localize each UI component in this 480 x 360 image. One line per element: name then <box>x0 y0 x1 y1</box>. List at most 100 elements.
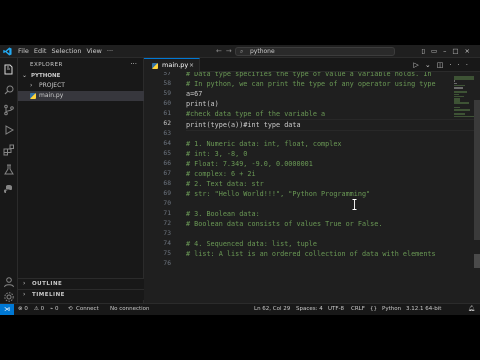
minimap-line <box>454 109 470 111</box>
source-control-icon[interactable] <box>3 104 15 116</box>
vscode-window: File Edit Selection View ··· ←→ ⌕ python… <box>0 45 480 315</box>
menu-view[interactable]: View <box>86 46 106 57</box>
menu-selection[interactable]: Selection <box>51 46 86 57</box>
menu-edit[interactable]: Edit <box>34 46 52 57</box>
menu-file[interactable]: File <box>18 46 34 57</box>
code-line[interactable]: # 4. Sequenced data: list, tuple <box>186 239 317 249</box>
settings-gear-icon[interactable] <box>3 291 15 303</box>
code-line[interactable]: # In python, we can print the type of an… <box>186 79 436 89</box>
testing-icon[interactable] <box>3 164 15 176</box>
status-language[interactable]: Python <box>382 304 401 315</box>
status-interpreter[interactable]: 3.12.1 64-bit <box>406 304 441 315</box>
search-text: pythone <box>250 48 275 55</box>
tree-item-label: main.py <box>39 92 64 99</box>
minimap[interactable] <box>454 72 476 305</box>
code-line[interactable]: # 2. Text data: str <box>186 179 264 189</box>
outline-section[interactable]: › OUTLINE <box>18 278 144 289</box>
window-controls: ▯▭–□× <box>421 46 476 57</box>
code-area[interactable]: # Data type specifies the type of value … <box>186 72 476 305</box>
mouse-ibeam-cursor-icon <box>352 199 357 210</box>
code-line[interactable]: print(type(a))#int type data <box>186 119 476 131</box>
python-file-icon <box>30 93 36 99</box>
code-line[interactable]: # 1. Numeric data: int, float, complex <box>186 139 342 149</box>
status-ports[interactable]: ⌁ 0 <box>50 304 59 315</box>
search-icon: ⌕ <box>240 48 244 55</box>
chevron-right-icon: › <box>30 82 33 89</box>
chevron-down-icon[interactable]: ⌄ <box>425 61 437 69</box>
menu-bar: File Edit Selection View ··· <box>18 46 118 57</box>
split-editor-icon[interactable]: ◫ <box>437 61 450 69</box>
code-line[interactable]: # Data type specifies the type of value … <box>186 72 432 79</box>
line-number-gutter: 57 58 59 60 61 62 63 64 65 66 67 68 69 70 71 72 73 74 75 76 <box>144 72 174 305</box>
more-actions-icon[interactable]: ··· <box>449 61 474 69</box>
line-number: 58 <box>163 80 171 87</box>
maximize-icon[interactable]: □ <box>452 47 464 55</box>
tree-item-main-py[interactable]: main.py <box>18 91 144 101</box>
status-no-connection[interactable]: No connection <box>110 304 150 315</box>
back-arrow-icon[interactable]: ← <box>216 47 226 55</box>
explorer-icon[interactable] <box>3 64 15 76</box>
timeline-section[interactable]: › TIMELINE <box>18 289 144 300</box>
line-number: 76 <box>163 260 171 267</box>
tab-main-py[interactable]: main.py × <box>144 58 200 72</box>
code-line[interactable]: a=67 <box>186 89 202 99</box>
line-number: 66 <box>163 160 171 167</box>
minimap-line <box>454 115 474 118</box>
code-line[interactable]: #check data type of the variable a <box>186 109 325 119</box>
run-debug-icon[interactable] <box>3 124 15 136</box>
tree-item-project[interactable]: › PROJECT <box>18 81 144 91</box>
code-line[interactable]: # 3. Boolean data: <box>186 209 260 219</box>
minimap-line <box>454 102 469 104</box>
code-line[interactable]: # str: "Hello World!!!", "Python Program… <box>186 189 370 199</box>
code-line[interactable]: # list: A list is an ordered collection … <box>186 249 436 259</box>
code-line[interactable]: # int: 3, -8, 0 <box>186 149 247 159</box>
remote-indicator-icon[interactable]: ⋊ <box>0 304 14 315</box>
nav-arrows: ←→ <box>216 46 236 57</box>
status-bar: ⋊ ⊗ 0 ⚠ 0 ⌁ 0 ⟲ Connect No connection Ln… <box>0 303 480 315</box>
status-eol[interactable]: CRLF <box>351 304 365 315</box>
python-extension-icon[interactable] <box>3 184 15 196</box>
status-braces[interactable]: {} <box>370 304 377 315</box>
search-activity-icon[interactable] <box>3 84 15 96</box>
close-window-icon[interactable]: × <box>465 47 476 55</box>
code-line[interactable]: # Boolean data consists of values True o… <box>186 219 382 229</box>
status-cursor-position[interactable]: Ln 62, Col 29 <box>254 304 290 315</box>
workspace-root[interactable]: ⌄ PYTHONE <box>18 71 144 81</box>
line-number: 69 <box>163 190 171 197</box>
status-indentation[interactable]: Spaces: 4 <box>296 304 323 315</box>
close-tab-icon[interactable]: × <box>189 59 194 72</box>
line-number: 74 <box>163 240 171 247</box>
tab-label: main.py <box>162 61 189 69</box>
explorer-title: EXPLORER <box>30 62 63 68</box>
line-number: 73 <box>163 230 171 237</box>
code-editor[interactable]: 57 58 59 60 61 62 63 64 65 66 67 68 69 70 71 72 73 74 75 76… <box>144 72 480 305</box>
notifications-bell-icon[interactable]: 🔔︎ <box>468 304 475 315</box>
status-encoding[interactable]: UTF-8 <box>328 304 344 315</box>
layout-icon[interactable]: ▯ <box>421 47 431 55</box>
status-errors[interactable]: ⊗ 0 <box>18 304 28 315</box>
more-actions-icon[interactable]: ··· <box>130 60 137 68</box>
line-number: 71 <box>163 210 171 217</box>
line-number: 63 <box>163 130 171 137</box>
panel-icon[interactable]: ▭ <box>431 47 443 55</box>
line-number: 65 <box>163 150 171 157</box>
account-icon[interactable] <box>3 276 15 288</box>
command-center-search[interactable]: ⌕ pythone <box>235 47 395 56</box>
run-file-icon[interactable]: ▷ <box>413 61 424 69</box>
minimize-icon[interactable]: – <box>443 47 452 55</box>
status-warnings[interactable]: ⚠ 0 <box>34 304 44 315</box>
scrollbar-thumb[interactable] <box>474 254 480 268</box>
status-connect[interactable]: Connect <box>76 304 99 315</box>
line-number: 62 <box>163 120 171 127</box>
code-line[interactable]: # Float: 7.349, -9.0, 0.0000001 <box>186 159 313 169</box>
vertical-scrollbar[interactable] <box>474 100 480 240</box>
menu-more[interactable]: ··· <box>107 46 118 57</box>
code-line[interactable]: # complex: 6 + 2i <box>186 169 256 179</box>
code-line[interactable]: print(a) <box>186 99 219 109</box>
letterbox-top <box>0 0 480 45</box>
line-number: 72 <box>163 220 171 227</box>
extensions-icon[interactable] <box>3 144 15 156</box>
line-number: 64 <box>163 140 171 147</box>
line-number: 67 <box>163 170 171 177</box>
editor-actions: ▷⌄◫··· <box>413 58 474 72</box>
